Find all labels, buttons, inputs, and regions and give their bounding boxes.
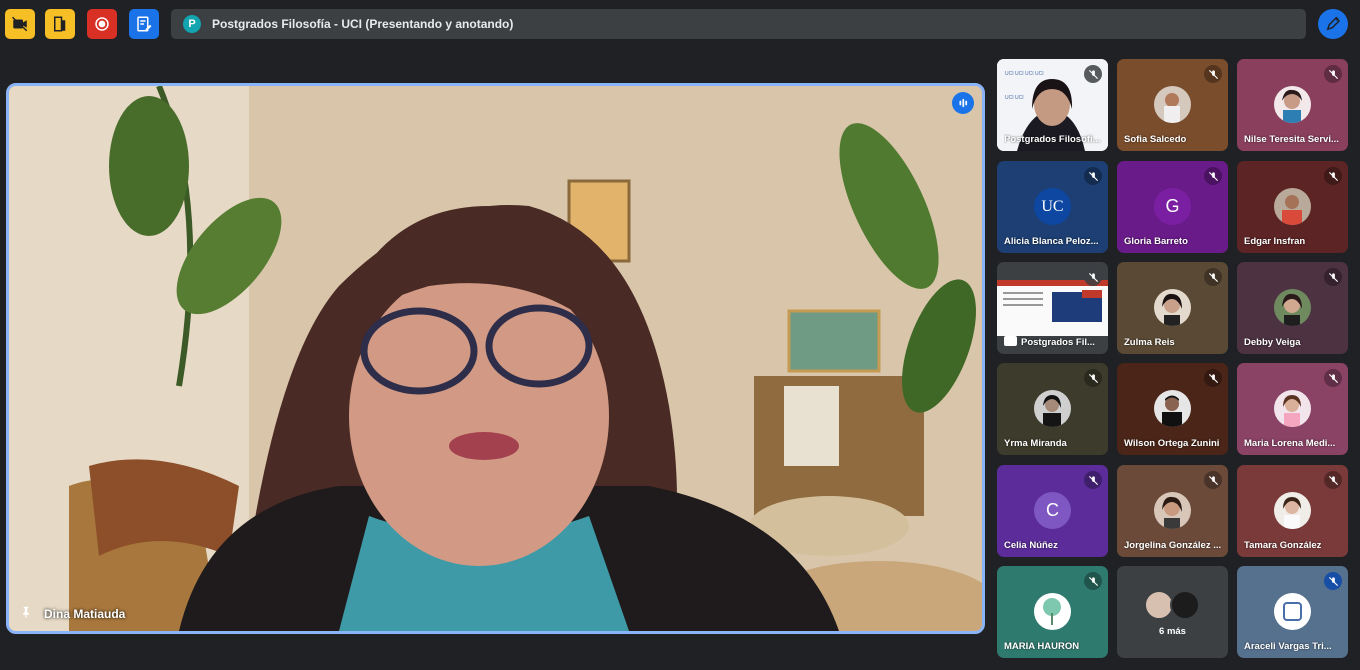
- participant-tile[interactable]: Debby Veiga: [1237, 262, 1348, 354]
- mic-off-icon: [1324, 369, 1342, 387]
- participant-tile[interactable]: UCI UCI UCI UCI UCI UCI Postgrados Filos…: [997, 59, 1108, 151]
- participant-avatar: [1154, 289, 1191, 326]
- participant-avatar: [1274, 593, 1311, 630]
- participant-avatar: [1034, 390, 1071, 427]
- participant-name: Postgrados Fil...: [1004, 336, 1102, 348]
- record-icon: [95, 17, 109, 31]
- participant-avatar: [1154, 492, 1191, 529]
- mic-off-icon: [1084, 167, 1102, 185]
- more-participants-tile[interactable]: 6 más: [1117, 566, 1228, 658]
- participant-name: Celia Núñez: [1004, 540, 1058, 551]
- participant-tile[interactable]: Wilson Ortega Zunini: [1117, 363, 1228, 455]
- speaker-video: [9, 86, 982, 631]
- participant-name: Tamara González: [1244, 540, 1322, 551]
- pin-icon[interactable]: [19, 605, 33, 619]
- participant-tile[interactable]: Maria Lorena Medi...: [1237, 363, 1348, 455]
- participant-tile[interactable]: Tamara González: [1237, 465, 1348, 557]
- speaking-indicator: [952, 92, 974, 114]
- mic-off-icon: [1324, 167, 1342, 185]
- participant-tile[interactable]: C Celia Núñez: [997, 465, 1108, 557]
- notes-icon: [137, 16, 152, 32]
- participant-name: MARIA HAURON: [1004, 641, 1080, 652]
- participant-initial: G: [1154, 188, 1191, 225]
- participant-name: Postgrados Filosofí...: [1004, 134, 1101, 145]
- mic-off-icon: [1324, 471, 1342, 489]
- participant-name: Zulma Reis: [1124, 337, 1175, 348]
- mic-off-icon: [1084, 268, 1102, 286]
- participant-name: Nilse Teresita Servi...: [1244, 134, 1339, 145]
- participant-name: Wilson Ortega Zunini: [1124, 438, 1220, 449]
- participant-name: Maria Lorena Medi...: [1244, 438, 1336, 449]
- main-speaker-tile[interactable]: Dina Matiauda: [6, 83, 985, 634]
- participant-name: Sofia Salcedo: [1124, 134, 1187, 145]
- participant-initial: C: [1034, 492, 1071, 529]
- mic-off-icon: [1084, 369, 1102, 387]
- annotate-button[interactable]: [1318, 9, 1348, 39]
- mic-off-icon: [1324, 572, 1342, 590]
- leave-breakout-button[interactable]: [45, 9, 75, 39]
- main-speaker-name: Dina Matiauda: [44, 607, 126, 621]
- participant-tile[interactable]: Edgar Insfran: [1237, 161, 1348, 253]
- mic-off-icon: [1204, 167, 1222, 185]
- participant-name: Edgar Insfran: [1244, 236, 1306, 247]
- door-exit-icon: [54, 16, 66, 32]
- uc-logo: UC: [1034, 188, 1071, 225]
- mic-off-icon: [1324, 65, 1342, 83]
- svg-text:UCI UCI UCI UCI: UCI UCI UCI UCI: [1005, 71, 1044, 77]
- participant-avatar: [1274, 86, 1311, 123]
- mic-off-icon: [1084, 65, 1102, 83]
- participant-name: Yrma Miranda: [1004, 438, 1067, 449]
- participant-avatar: [1034, 593, 1071, 630]
- participant-tile[interactable]: G Gloria Barreto: [1117, 161, 1228, 253]
- participant-avatar: [1274, 188, 1311, 225]
- video-off-button[interactable]: [5, 9, 35, 39]
- more-participants-count: 6 más: [1159, 626, 1186, 637]
- participant-tile[interactable]: Nilse Teresita Servi...: [1237, 59, 1348, 151]
- participant-tile[interactable]: UC Alicia Blanca Peloz...: [997, 161, 1108, 253]
- presenter-avatar: P: [183, 15, 201, 33]
- svg-text:UCI UCI: UCI UCI: [1005, 95, 1024, 101]
- participant-name: Araceli Vargas Tri...: [1244, 641, 1332, 652]
- present-screen-icon: [1004, 336, 1017, 346]
- participant-avatar: [1154, 86, 1191, 123]
- participant-name: Jorgelina González ...: [1124, 540, 1222, 551]
- mic-off-icon: [1084, 471, 1102, 489]
- mic-off-icon: [1204, 268, 1222, 286]
- participant-tile[interactable]: Jorgelina González ...: [1117, 465, 1228, 557]
- notes-button[interactable]: [129, 9, 159, 39]
- mic-off-icon: [1084, 572, 1102, 590]
- participant-name: Debby Veiga: [1244, 337, 1301, 348]
- participant-name: Gloria Barreto: [1124, 236, 1188, 247]
- mic-off-icon: [1324, 268, 1342, 286]
- pen-icon: [1326, 16, 1341, 31]
- more-avatars: [1144, 590, 1204, 622]
- meeting-title: Postgrados Filosofía - UCI (Presentando …: [212, 17, 514, 31]
- participant-avatar: [1274, 492, 1311, 529]
- participant-tile[interactable]: Postgrados Fil...: [997, 262, 1108, 354]
- mic-off-icon: [1204, 65, 1222, 83]
- participant-avatar: [1154, 390, 1191, 427]
- participant-tile[interactable]: Araceli Vargas Tri...: [1237, 566, 1348, 658]
- participant-avatar: [1274, 289, 1311, 326]
- participant-tile[interactable]: Zulma Reis: [1117, 262, 1228, 354]
- audio-wave-icon: [959, 98, 968, 108]
- participant-name: Alicia Blanca Peloz...: [1004, 236, 1099, 247]
- avatar: [1170, 590, 1200, 620]
- participant-avatar: [1274, 390, 1311, 427]
- mic-off-icon: [1204, 369, 1222, 387]
- top-bar: P Postgrados Filosofía - UCI (Presentand…: [0, 0, 1360, 48]
- meeting-title-bar[interactable]: P Postgrados Filosofía - UCI (Presentand…: [171, 9, 1306, 39]
- participant-tile[interactable]: Sofia Salcedo: [1117, 59, 1228, 151]
- mic-off-icon: [1204, 471, 1222, 489]
- video-off-icon: [11, 16, 28, 32]
- participant-tile[interactable]: Yrma Miranda: [997, 363, 1108, 455]
- record-button[interactable]: [87, 9, 117, 39]
- participant-tile[interactable]: MARIA HAURON: [997, 566, 1108, 658]
